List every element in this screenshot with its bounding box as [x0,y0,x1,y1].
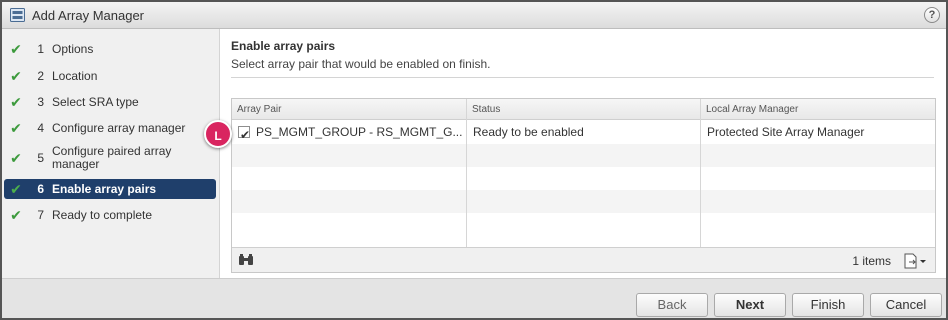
step-number: 6 [37,182,44,196]
title-bar: Add Array Manager ? [2,2,946,29]
array-pair-cell: ✔ PS_MGMT_GROUP - RS_MGMT_G... [232,121,466,144]
status-cell: Ready to be enabled [473,125,584,139]
annotation-callout: L [204,120,232,148]
empty-row [232,213,935,236]
step-number: 7 [37,208,44,222]
check-icon: ✔ [10,180,22,197]
next-button[interactable]: Next [714,293,786,317]
step-enable-array-pairs[interactable]: ✔ 6 Enable array pairs [4,179,216,199]
button-bar: Back Next Finish Cancel [2,278,946,318]
array-pair-name: PS_MGMT_GROUP - RS_MGMT_G... [256,125,463,139]
table-row[interactable]: ✔ PS_MGMT_GROUP - RS_MGMT_G... Ready to b… [232,121,935,144]
check-icon: ✔ [10,206,22,223]
dialog-title: Add Array Manager [32,8,145,23]
wizard-dialog: Add Array Manager ? ✔ 1 Options ✔ 2 Loca… [0,0,948,320]
page-description: Select array pair that would be enabled … [231,57,491,71]
step-select-sra-type[interactable]: ✔ 3 Select SRA type [4,92,216,112]
empty-row [232,167,935,190]
step-options[interactable]: ✔ 1 Options [4,39,216,59]
step-number: 4 [37,121,44,135]
column-divider [466,99,467,249]
empty-row [232,144,935,167]
empty-row [232,190,935,213]
grid-footer: 1 items [232,247,935,272]
step-location[interactable]: ✔ 2 Location [4,66,216,86]
export-icon[interactable] [903,253,927,269]
divider [231,77,934,78]
column-header-array-pair[interactable]: Array Pair [232,99,467,120]
step-configure-array-manager[interactable]: ✔ 4 Configure array manager [4,118,216,138]
step-label: Configure paired array manager [52,144,172,171]
help-icon[interactable]: ? [924,7,940,23]
wizard-steps-sidebar: ✔ 1 Options ✔ 2 Location ✔ 3 Select SRA … [2,29,220,278]
step-number: 2 [37,69,44,83]
column-header-local-array-manager[interactable]: Local Array Manager [701,99,935,120]
check-icon: ✔ [10,67,22,84]
finish-button[interactable]: Finish [792,293,864,317]
check-icon: ✔ [10,119,22,136]
local-array-manager-cell: Protected Site Array Manager [707,125,865,139]
step-label: Location [52,68,98,83]
back-button[interactable]: Back [636,293,708,317]
array-pair-checkbox[interactable]: ✔ [238,126,250,142]
step-label: Configure array manager [52,120,186,135]
step-label: Options [52,41,94,56]
check-icon: ✔ [10,93,22,110]
array-manager-icon [10,8,25,22]
binoculars-icon[interactable] [238,254,254,266]
step-label: Enable array pairs [52,181,157,196]
step-label: Ready to complete [52,207,153,222]
item-count: 1 items [852,254,891,268]
column-divider [700,99,701,249]
step-number: 5 [37,151,44,165]
step-configure-paired-array-manager[interactable]: ✔ 5 Configure paired array manager [4,143,216,173]
array-pairs-grid: Array Pair Status Local Array Manager ✔ P… [231,98,936,273]
column-header-status[interactable]: Status [467,99,701,120]
cancel-button[interactable]: Cancel [870,293,942,317]
step-number: 1 [37,42,44,56]
check-icon: ✔ [10,149,22,166]
step-label: Select SRA type [52,94,139,109]
check-icon: ✔ [10,40,22,57]
grid-header: Array Pair Status Local Array Manager [232,99,935,120]
page-title: Enable array pairs [231,39,336,53]
step-content: Enable array pairs Select array pair tha… [221,29,946,278]
step-number: 3 [37,95,44,109]
step-ready-to-complete[interactable]: ✔ 7 Ready to complete [4,205,216,225]
